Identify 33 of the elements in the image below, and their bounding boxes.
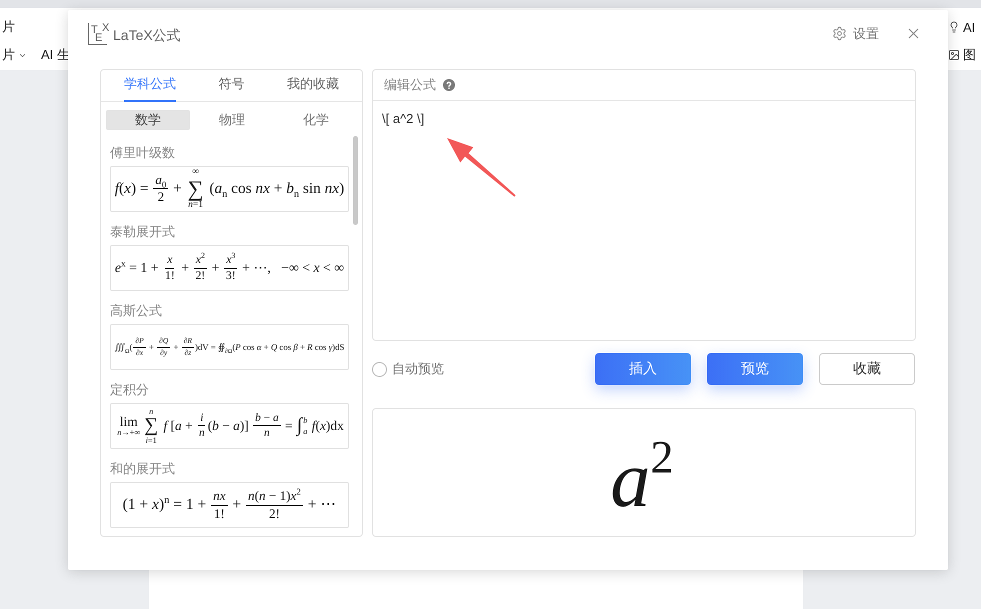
tex-logo: TEX: [88, 22, 107, 44]
subject-tab[interactable]: 物理: [190, 110, 274, 130]
settings-icon: [832, 26, 847, 41]
library-tab[interactable]: 我的收藏: [287, 71, 340, 102]
formula-name: 傅里叶级数: [110, 144, 175, 162]
formula-name: 和的展开式: [110, 460, 175, 478]
formula-name: 高斯公式: [110, 302, 162, 320]
subject-tab[interactable]: 数学: [106, 110, 190, 130]
toolbar-button[interactable]: 片: [2, 17, 15, 37]
toolbar-button[interactable]: AI 生: [41, 45, 70, 65]
auto-preview-label[interactable]: 自动预览: [392, 360, 444, 378]
formula-input[interactable]: \[ a^2 \]: [373, 101, 915, 340]
toolbar-button[interactable]: 片: [2, 45, 27, 65]
image-icon: [948, 49, 960, 61]
help-icon[interactable]: [443, 79, 455, 91]
primary-button[interactable]: 插入: [595, 353, 691, 385]
toolbar-button[interactable]: 图: [948, 45, 976, 65]
library-tab[interactable]: 学科公式: [124, 71, 176, 102]
subject-tab[interactable]: 化学: [274, 110, 358, 130]
scrollbar-thumb[interactable]: [353, 136, 358, 225]
dialog-title: LaTeX公式: [113, 26, 181, 44]
formula-name: 定积分: [110, 381, 149, 399]
library-tab[interactable]: 符号: [218, 71, 244, 102]
secondary-button[interactable]: 收藏: [819, 353, 915, 385]
primary-button[interactable]: 预览: [707, 353, 803, 385]
settings-button[interactable]: 设置: [832, 24, 879, 42]
editor-header: 编辑公式: [384, 76, 436, 94]
formula-name: 泰勒展开式: [110, 223, 175, 241]
toolbar-button[interactable]: AI: [948, 17, 976, 37]
lightbulb-icon: [948, 21, 960, 33]
pointer-arrow: [446, 137, 516, 198]
radio-button[interactable]: [372, 362, 387, 376]
rendered-formula: a$^{2}$: [610, 440, 674, 520]
